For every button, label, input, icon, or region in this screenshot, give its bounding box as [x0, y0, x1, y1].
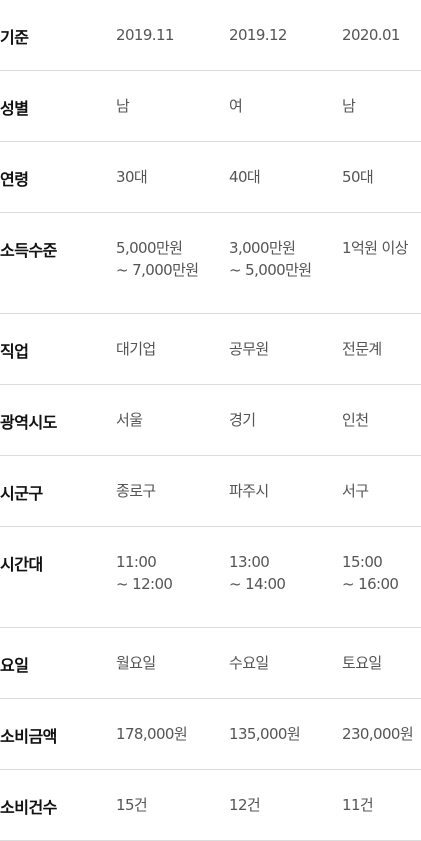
- cell-col3: 50대: [342, 168, 374, 186]
- row-label: 소득수준: [0, 241, 57, 260]
- row-label: 직업: [0, 342, 29, 361]
- cell-col2: 여: [229, 97, 243, 115]
- row-label: 성별: [0, 99, 29, 118]
- cell-col2: 공무원: [229, 340, 269, 358]
- table-row-gender: 성별 남 여 남: [0, 71, 421, 142]
- cell-col1: 15건: [116, 796, 148, 814]
- row-label: 광역시도: [0, 413, 57, 432]
- cell-col1: 남: [116, 97, 130, 115]
- cell-col2: 경기: [229, 411, 256, 429]
- cell-col2: 40대: [229, 168, 261, 186]
- cell-col2: 3,000만원 ~ 5,000만원: [229, 239, 312, 279]
- cell-col3: 인천: [342, 411, 369, 429]
- cell-col2: 135,000원: [229, 725, 301, 743]
- table-row-job: 직업 대기업 공무원 전문계: [0, 314, 421, 385]
- cell-col1: 서울: [116, 411, 143, 429]
- row-label: 요일: [0, 656, 29, 675]
- cell-col1: 178,000원: [116, 725, 188, 743]
- cell-col3: 2020.01: [342, 26, 400, 44]
- cell-col2: 13:00 ~ 14:00: [229, 553, 286, 593]
- row-label: 기준: [0, 28, 29, 47]
- cell-col3: 15:00 ~ 16:00: [342, 553, 399, 593]
- table-row-weekday: 요일 월요일 수요일 토요일: [0, 628, 421, 699]
- cell-col3: 남: [342, 97, 356, 115]
- table-row-spend-count: 소비건수 15건 12건 11건: [0, 770, 421, 841]
- cell-col1: 11:00 ~ 12:00: [116, 553, 173, 593]
- table-row-province: 광역시도 서울 경기 인천: [0, 385, 421, 456]
- table-row-spend-amount: 소비금액 178,000원 135,000원 230,000원: [0, 699, 421, 770]
- table-row-income: 소득수준 5,000만원 ~ 7,000만원 3,000만원 ~ 5,000만원…: [0, 213, 421, 314]
- table-row-basis: 기준 2019.11 2019.12 2020.01: [0, 0, 421, 71]
- cell-col3: 1억원 이상: [342, 239, 409, 257]
- cell-col3: 토요일: [342, 654, 382, 672]
- cell-col1: 2019.11: [116, 26, 174, 44]
- cell-col3: 11건: [342, 796, 374, 814]
- consumer-profile-table: 기준 2019.11 2019.12 2020.01 성별 남 여 남 연령 3…: [0, 0, 421, 841]
- cell-col3: 230,000원: [342, 725, 414, 743]
- row-label: 소비건수: [0, 798, 57, 817]
- cell-col2: 수요일: [229, 654, 269, 672]
- cell-col3: 서구: [342, 482, 369, 500]
- cell-col2: 파주시: [229, 482, 269, 500]
- row-label: 시군구: [0, 484, 43, 503]
- cell-col1: 5,000만원 ~ 7,000만원: [116, 239, 199, 279]
- cell-col3: 전문계: [342, 340, 382, 358]
- cell-col2: 12건: [229, 796, 261, 814]
- cell-col1: 대기업: [116, 340, 156, 358]
- cell-col1: 월요일: [116, 654, 156, 672]
- row-label: 연령: [0, 170, 29, 189]
- row-label: 소비금액: [0, 727, 57, 746]
- table-row-district: 시군구 종로구 파주시 서구: [0, 456, 421, 527]
- table-row-timeslot: 시간대 11:00 ~ 12:00 13:00 ~ 14:00 15:00 ~ …: [0, 527, 421, 628]
- row-label: 시간대: [0, 555, 43, 574]
- table-row-age: 연령 30대 40대 50대: [0, 142, 421, 213]
- cell-col1: 30대: [116, 168, 148, 186]
- cell-col2: 2019.12: [229, 26, 287, 44]
- cell-col1: 종로구: [116, 482, 156, 500]
